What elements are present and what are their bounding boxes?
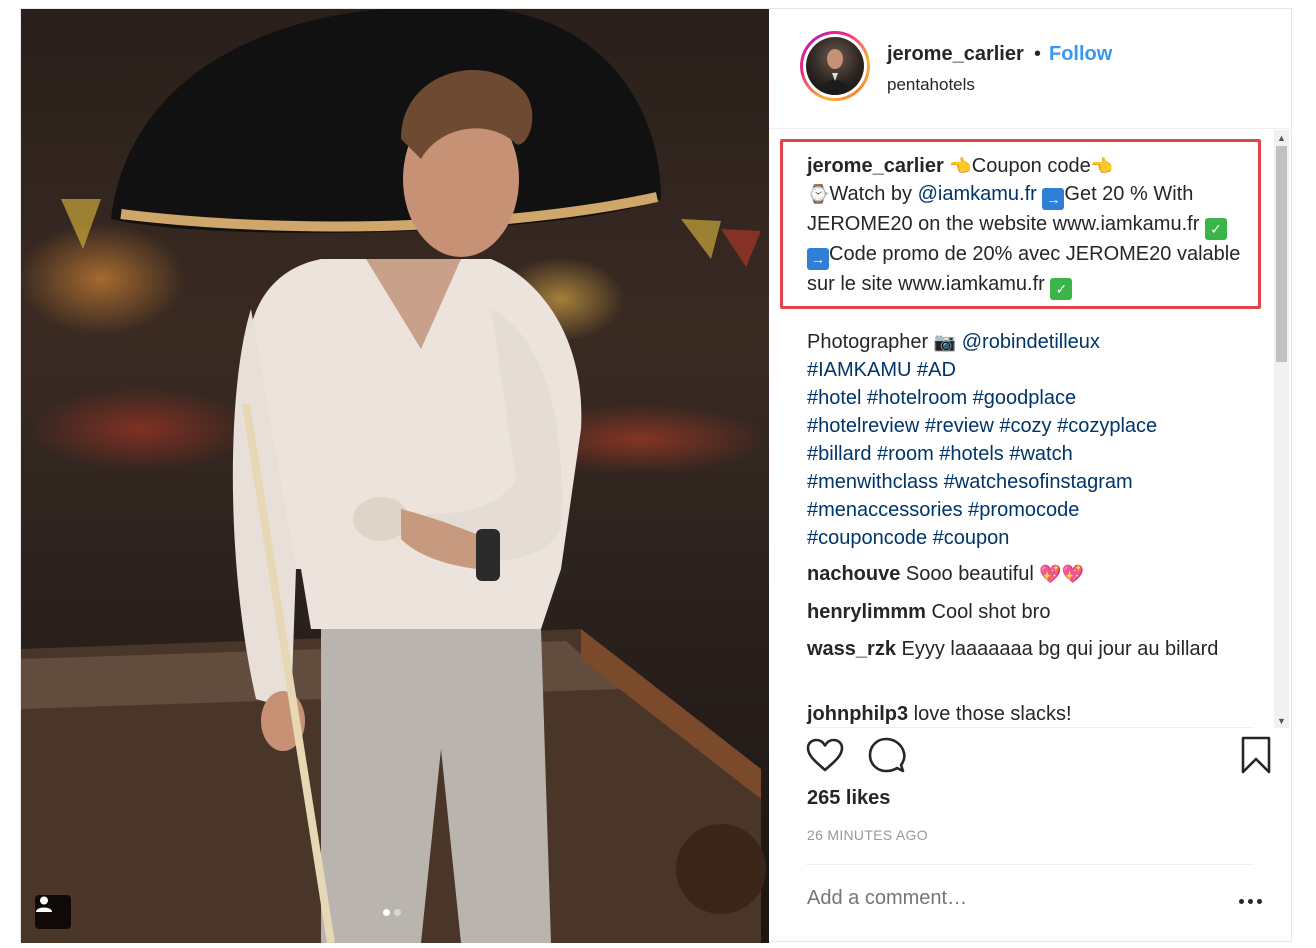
post-username[interactable]: jerome_carlier bbox=[887, 43, 1024, 66]
scroll-down-arrow-icon[interactable]: ▼ bbox=[1274, 713, 1289, 728]
bookmark-icon[interactable] bbox=[1234, 733, 1278, 777]
caption-line1: Coupon code bbox=[971, 155, 1091, 177]
carousel-dot[interactable] bbox=[394, 909, 401, 916]
post-location[interactable]: pentahotels bbox=[887, 75, 975, 95]
hashtag-line[interactable]: #billard #room #hotels #watch bbox=[807, 443, 1073, 465]
comment-username[interactable]: johnphilp3 bbox=[807, 703, 908, 725]
comment-item: nachouve Sooo beautiful 💖💖 bbox=[807, 560, 1247, 588]
carousel-dot-active[interactable] bbox=[383, 909, 390, 916]
likes-count[interactable]: 265 likes bbox=[807, 787, 890, 810]
hashtag-line[interactable]: #couponcode #coupon bbox=[807, 527, 1009, 549]
hashtag-line[interactable]: #hotel #hotelroom #goodplace bbox=[807, 387, 1076, 409]
scroll-up-arrow-icon[interactable]: ▲ bbox=[1274, 130, 1289, 145]
post-timestamp[interactable]: 26 MINUTES AGO bbox=[807, 827, 928, 843]
comment-username[interactable]: henrylimmm bbox=[807, 601, 926, 623]
comment-text: love those slacks! bbox=[913, 703, 1072, 725]
post-header: jerome_carlier • Follow pentahotels bbox=[769, 9, 1292, 129]
comment-item: henrylimmm Cool shot bro bbox=[807, 598, 1247, 626]
comment-text: Eyyy laaaaaaa bg qui jour au billard bbox=[901, 638, 1219, 660]
separator-dot: • bbox=[1034, 43, 1042, 65]
comments-panel[interactable]: jerome_carlier 👈Coupon code👈 ⌚Watch by @… bbox=[769, 130, 1292, 728]
pointing-hand-emoji: 👈 bbox=[949, 156, 972, 176]
avatar-image bbox=[806, 37, 864, 95]
photographer-mention[interactable]: @robindetilleux bbox=[962, 331, 1100, 353]
user-tag-icon[interactable] bbox=[35, 895, 71, 929]
hashtag-line[interactable]: #IAMKAMU #AD bbox=[807, 359, 956, 381]
check-mark-icon: ✓ bbox=[1050, 278, 1073, 300]
caption-watch-by: Watch by bbox=[829, 183, 913, 205]
action-bar bbox=[769, 729, 1292, 789]
divider bbox=[806, 727, 1254, 728]
caption-line3: Code promo de 20% avec JEROME20 valable … bbox=[807, 243, 1241, 295]
heart-icon[interactable] bbox=[803, 733, 847, 777]
carousel-indicator bbox=[383, 909, 401, 916]
pointing-hand-emoji: 👈 bbox=[1090, 156, 1114, 176]
more-options-icon[interactable] bbox=[1230, 889, 1270, 913]
hashtag-line[interactable]: #menwithclass #watchesofinstagram bbox=[807, 471, 1133, 493]
follow-button[interactable]: Follow bbox=[1049, 43, 1112, 66]
comment-item: johnphilp3 love those slacks! bbox=[807, 700, 1247, 728]
post-caption: jerome_carlier 👈Coupon code👈 ⌚Watch by @… bbox=[807, 152, 1247, 300]
post-sidebar: jerome_carlier • Follow pentahotels jero… bbox=[769, 9, 1292, 941]
comment-username[interactable]: wass_rzk bbox=[807, 638, 896, 660]
camera-emoji: 📷 bbox=[933, 332, 957, 352]
comment-username[interactable]: nachouve bbox=[807, 563, 900, 585]
instagram-post: jerome_carlier • Follow pentahotels jero… bbox=[20, 8, 1292, 943]
avatar[interactable] bbox=[800, 31, 870, 101]
arrow-right-icon: → bbox=[1042, 188, 1065, 210]
comment-item: wass_rzk Eyyy laaaaaaa bg qui jour au bi… bbox=[807, 635, 1247, 663]
scrollbar-thumb[interactable] bbox=[1276, 146, 1287, 362]
caption-username[interactable]: jerome_carlier bbox=[807, 155, 944, 177]
comments-scrollbar[interactable]: ▲ ▼ bbox=[1274, 130, 1289, 728]
hashtag-line[interactable]: #menaccessories #promocode bbox=[807, 499, 1079, 521]
comment-icon[interactable] bbox=[865, 733, 909, 777]
photographer-label: Photographer bbox=[807, 331, 929, 353]
caption-mention[interactable]: @iamkamu.fr bbox=[918, 183, 1037, 205]
post-photo[interactable] bbox=[21, 9, 769, 943]
add-comment-input[interactable] bbox=[807, 887, 1187, 910]
comment-text: Cool shot bro bbox=[931, 601, 1051, 623]
heart-emoji: 💖💖 bbox=[1039, 564, 1085, 584]
photo-illustration bbox=[21, 9, 766, 943]
check-mark-icon: ✓ bbox=[1204, 218, 1227, 240]
hashtag-line[interactable]: #hotelreview #review #cozy #cozyplace bbox=[807, 415, 1157, 437]
arrow-right-icon: → bbox=[807, 248, 829, 270]
watch-emoji: ⌚ bbox=[807, 184, 830, 204]
divider bbox=[806, 864, 1254, 865]
photographer-credit: Photographer 📷 @robindetilleux #IAMKAMU … bbox=[807, 328, 1247, 552]
comment-text: Sooo beautiful bbox=[905, 563, 1034, 585]
